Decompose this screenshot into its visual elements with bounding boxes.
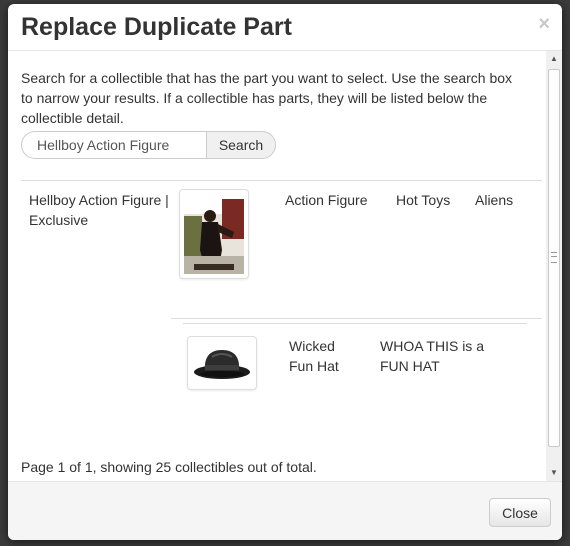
pagination-text: Page 1 of 1, showing 25 collectibles out… [21,459,317,475]
replace-duplicate-part-modal: Replace Duplicate Part × Search for a co… [8,4,562,540]
collectible-image[interactable] [179,189,249,279]
close-icon[interactable]: × [538,14,550,34]
search-group: Search [21,131,276,159]
parts-divider [183,323,527,324]
modal-title: Replace Duplicate Part [21,13,292,41]
close-button[interactable]: Close [489,498,551,527]
scrollbar[interactable]: ▲ ▼ [546,51,562,481]
collectible-type: Action Figure [285,192,368,208]
scroll-down-arrow-icon[interactable]: ▼ [546,465,562,481]
scroll-up-arrow-icon[interactable]: ▲ [546,51,562,67]
part-name: Wicked Fun Hat [289,338,339,374]
part-image[interactable] [187,336,257,390]
collectible-license: Aliens [475,192,514,208]
fedora-hat-photo-icon [192,341,252,385]
parts-divider-top [171,318,542,319]
action-figure-photo-icon [184,194,244,274]
scroll-thumb[interactable] [548,69,560,447]
results-divider [21,180,542,181]
collectible-manufacturer: Hot Toys [396,192,451,208]
search-input[interactable] [21,131,206,159]
modal-header: Replace Duplicate Part × [8,4,562,51]
instructions-text: Search for a collectible that has the pa… [21,70,513,126]
modal-footer: Close [8,481,562,540]
part-description: WHOA THIS is a FUN HAT [380,338,484,374]
modal-body: Search for a collectible that has the pa… [8,51,562,481]
search-button[interactable]: Search [206,131,276,159]
collectible-name[interactable]: Hellboy Action Figure | Exclusive [29,190,169,230]
scroll-grip-icon [551,252,557,263]
